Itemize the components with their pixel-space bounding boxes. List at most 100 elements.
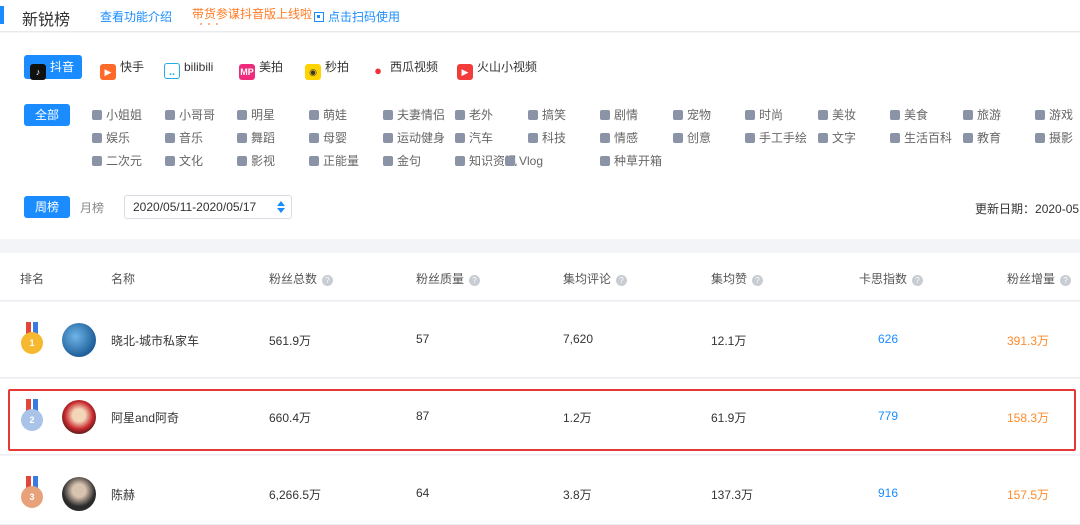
category-label: Vlog <box>519 154 544 168</box>
category-item[interactable]: 影视 <box>237 152 275 170</box>
header-likes[interactable]: 集均赞? <box>711 270 764 287</box>
category-item[interactable]: 美食 <box>890 106 928 124</box>
category-item[interactable]: 运动健身 <box>383 129 445 147</box>
tab-week[interactable]: 周榜 <box>24 196 70 218</box>
category-label: 生活百科 <box>904 131 953 145</box>
category-label: 种草开箱 <box>614 154 663 168</box>
category-icon <box>383 110 393 120</box>
category-icon <box>92 110 102 120</box>
category-icon <box>1035 110 1045 120</box>
header-index[interactable]: 卡思指数? <box>859 270 924 287</box>
platform-tab-xigua[interactable]: ● 西瓜视频 <box>370 55 438 79</box>
header-fans[interactable]: 粉丝总数? <box>269 270 334 287</box>
help-icon[interactable]: ? <box>912 275 924 286</box>
category-item[interactable]: 种草开箱 <box>600 152 662 170</box>
header-comments[interactable]: 集均评论? <box>563 270 628 287</box>
table-row[interactable]: 1 晓北-城市私家车 561.9万 57 7,620 12.1万 626 391… <box>0 302 1080 378</box>
category-item[interactable]: 科技 <box>528 129 566 147</box>
row-name[interactable]: 阿星and阿奇 <box>111 409 179 426</box>
category-label: 旅游 <box>977 108 1002 122</box>
category-icon <box>745 133 755 143</box>
category-item[interactable]: 时尚 <box>745 106 783 124</box>
category-item[interactable]: 文化 <box>165 152 203 170</box>
category-item[interactable]: 舞蹈 <box>237 129 275 147</box>
category-item[interactable]: 搞笑 <box>528 106 566 124</box>
category-item[interactable]: 教育 <box>963 129 1001 147</box>
row-name[interactable]: 陈赫 <box>111 486 135 503</box>
category-item[interactable]: 游戏 <box>1035 106 1073 124</box>
update-date-value: 2020-05 <box>1035 202 1080 216</box>
category-label: 情感 <box>614 131 639 145</box>
category-label: 文字 <box>832 131 857 145</box>
platform-tab-miaopai[interactable]: ◉ 秒拍 <box>305 55 350 80</box>
platform-tab-douyin[interactable]: ♪ 抖音 <box>24 55 83 80</box>
category-item[interactable]: 二次元 <box>92 152 142 170</box>
feature-intro-link[interactable]: 查看功能介绍 <box>100 8 172 25</box>
category-all-button[interactable]: 全部 <box>24 104 70 126</box>
category-item[interactable]: 音乐 <box>165 129 203 147</box>
table-row[interactable]: 2 阿星and阿奇 660.4万 87 1.2万 61.9万 779 158.3… <box>0 379 1080 455</box>
category-item[interactable]: 美妆 <box>818 106 856 124</box>
platform-tab-bilibili[interactable]: ‥ bilibili <box>164 55 213 79</box>
category-item[interactable]: 旅游 <box>963 106 1001 124</box>
qr-link-label: 点击扫码使用 <box>328 10 401 24</box>
platform-label: 美拍 <box>259 60 284 74</box>
category-icon <box>963 133 973 143</box>
platform-tab-huoshan[interactable]: ▶ 火山小视频 <box>457 55 537 80</box>
category-item[interactable]: 萌娃 <box>309 106 347 124</box>
table-row[interactable]: 3 陈赫 6,266.5万 64 3.8万 137.3万 916 157.5万 <box>0 456 1080 525</box>
help-icon[interactable]: ? <box>322 275 334 286</box>
category-item[interactable]: 夫妻情侣 <box>383 106 445 124</box>
miaopai-icon: ◉ <box>305 64 321 80</box>
category-icon <box>165 133 175 143</box>
category-item[interactable]: 创意 <box>673 129 711 147</box>
category-item[interactable]: 正能量 <box>309 152 359 170</box>
category-icon <box>92 156 102 166</box>
category-item[interactable]: 母婴 <box>309 129 347 147</box>
tab-month[interactable]: 月榜 <box>80 199 104 216</box>
category-item[interactable]: Vlog <box>505 152 543 170</box>
header-quality[interactable]: 粉丝质量? <box>416 270 481 287</box>
category-label: 萌娃 <box>323 108 348 122</box>
category-label: 老外 <box>469 108 494 122</box>
category-item[interactable]: 老外 <box>455 106 493 124</box>
category-item[interactable]: 生活百科 <box>890 129 952 147</box>
help-icon[interactable]: ? <box>752 275 764 286</box>
category-icon <box>383 133 393 143</box>
category-item[interactable]: 小哥哥 <box>165 106 215 124</box>
avatar[interactable] <box>62 400 96 434</box>
avatar[interactable] <box>62 323 96 357</box>
category-item[interactable]: 文字 <box>818 129 856 147</box>
category-item[interactable]: 明星 <box>237 106 275 124</box>
platform-tab-meipai[interactable]: MP 美拍 <box>239 55 284 80</box>
category-label: 时尚 <box>759 108 784 122</box>
category-item[interactable]: 宠物 <box>673 106 711 124</box>
row-likes: 61.9万 <box>711 411 747 425</box>
header-name: 名称 <box>111 272 136 286</box>
platform-tab-kuaishou[interactable]: ▶ 快手 <box>100 55 144 80</box>
qr-code-icon <box>314 12 324 22</box>
row-name[interactable]: 晓北-城市私家车 <box>111 332 199 349</box>
help-icon[interactable]: ? <box>469 275 481 286</box>
platform-label: 秒拍 <box>325 60 350 74</box>
category-item[interactable]: 汽车 <box>455 129 493 147</box>
category-icon <box>309 156 319 166</box>
header-rank: 排名 <box>20 272 45 286</box>
category-icon <box>165 110 175 120</box>
category-item[interactable]: 情感 <box>600 129 638 147</box>
promo-link[interactable]: 带货参谋抖音版上线啦 <box>192 5 312 22</box>
category-item[interactable]: 娱乐 <box>92 129 130 147</box>
category-label: 教育 <box>977 131 1002 145</box>
category-item[interactable]: 剧情 <box>600 106 638 124</box>
category-item[interactable]: 手工手绘 <box>745 129 807 147</box>
bronze-medal-icon: 3 <box>20 476 44 512</box>
category-item[interactable]: 金句 <box>383 152 421 170</box>
category-item[interactable]: 摄影 <box>1035 129 1073 147</box>
qr-link[interactable]: 点击扫码使用 <box>314 8 400 25</box>
help-icon[interactable]: ? <box>1060 275 1072 286</box>
help-icon[interactable]: ? <box>616 275 628 286</box>
avatar[interactable] <box>62 477 96 511</box>
date-range-select[interactable]: 2020/05/11-2020/05/17 <box>124 195 292 219</box>
header-growth[interactable]: 粉丝增量? <box>1007 270 1072 287</box>
category-item[interactable]: 小姐姐 <box>92 106 142 124</box>
